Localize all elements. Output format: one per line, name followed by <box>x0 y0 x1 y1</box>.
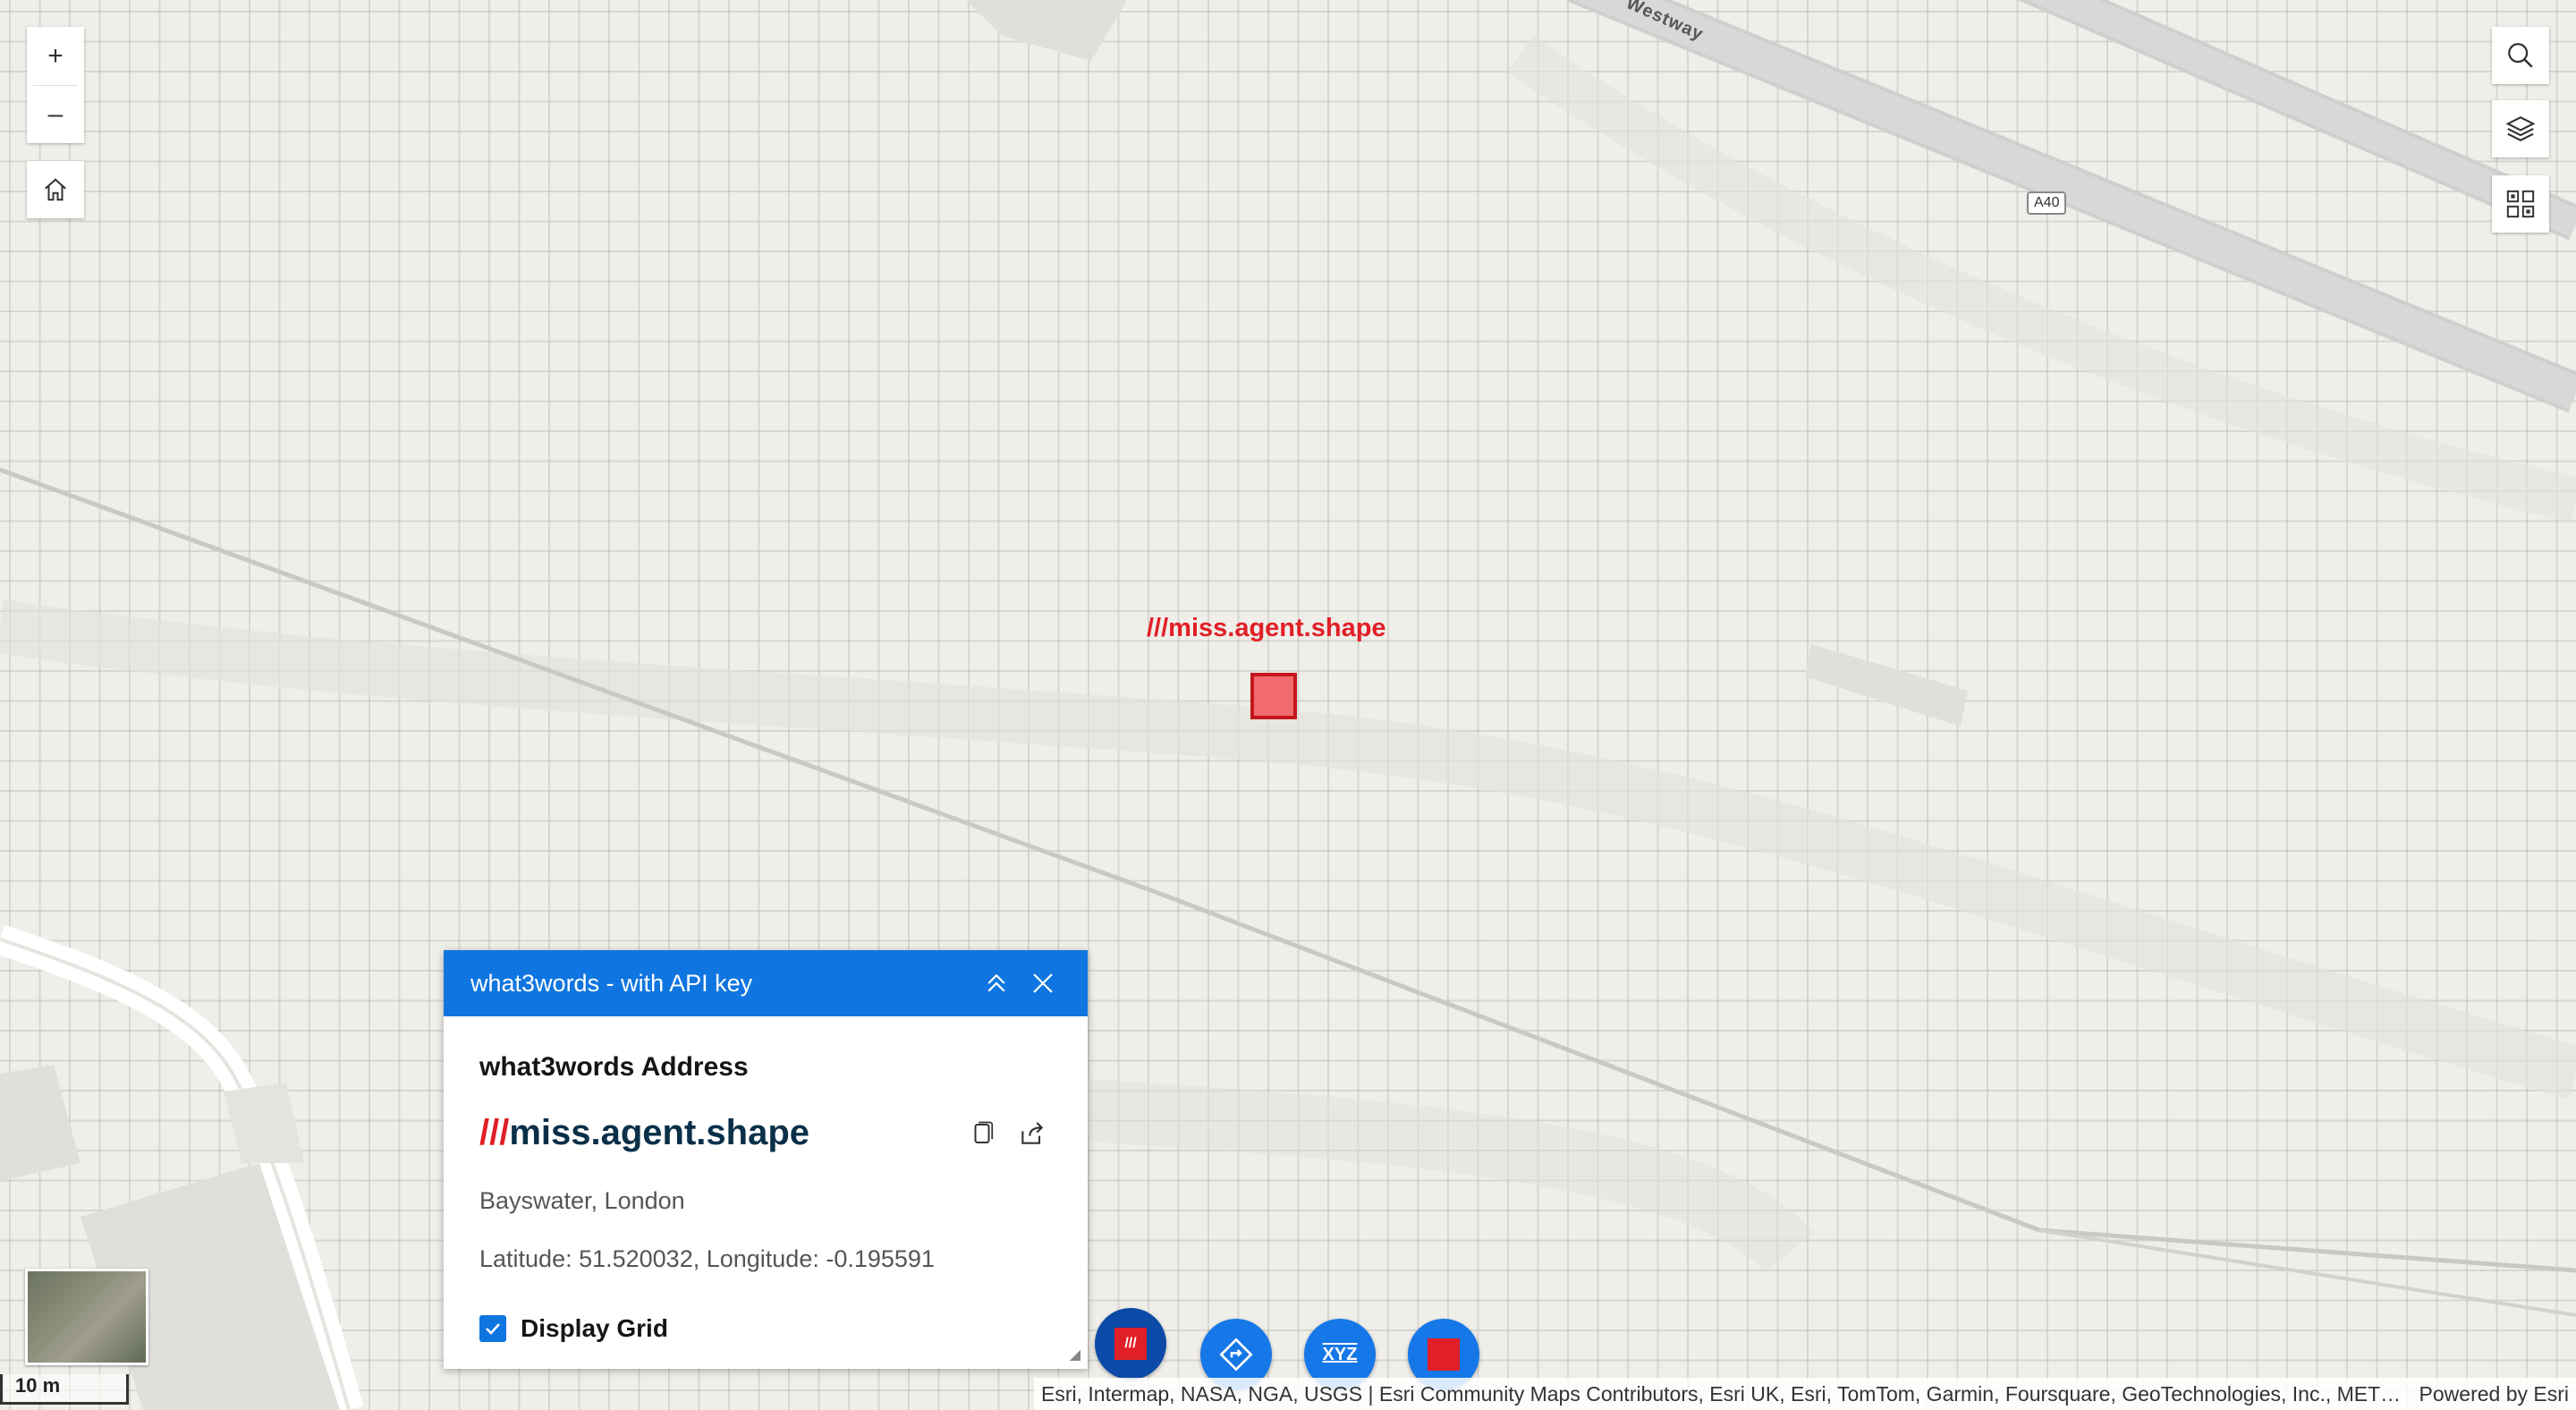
powered-by-text[interactable]: Powered by Esri <box>2419 1382 2569 1406</box>
home-icon <box>45 178 66 201</box>
attribution-text: Esri, Intermap, NASA, NGA, USGS | Esri C… <box>1041 1381 2405 1406</box>
grid-toggle-button[interactable] <box>2492 175 2549 233</box>
zoom-control: + – <box>27 27 84 143</box>
close-icon <box>1033 973 1053 993</box>
w3w-words: miss.agent.shape <box>509 1113 810 1152</box>
w3w-tool-button[interactable]: /// <box>1095 1308 1166 1380</box>
display-grid-row: Display Grid <box>479 1314 1052 1343</box>
address-row: ///miss.agent.shape <box>479 1113 1052 1153</box>
search-button[interactable] <box>2492 27 2549 84</box>
directions-icon <box>1219 1338 1253 1372</box>
display-grid-checkbox[interactable] <box>479 1315 506 1342</box>
panel-header: what3words - with API key <box>444 950 1088 1016</box>
address-heading: what3words Address <box>479 1052 749 1082</box>
layers-icon <box>2505 116 2536 141</box>
w3w-panel: what3words - with API key what3words Add… <box>444 950 1088 1369</box>
layers-button[interactable] <box>2492 100 2549 157</box>
collapse-button[interactable] <box>979 965 1014 1001</box>
share-icon <box>1021 1121 1044 1144</box>
zoom-in-button[interactable]: + <box>27 28 84 85</box>
w3w-address: ///miss.agent.shape <box>479 1113 952 1153</box>
resize-handle-icon[interactable]: ◢ <box>1070 1346 1080 1363</box>
location-text: Bayswater, London <box>479 1187 685 1214</box>
basemap-toggle[interactable] <box>25 1269 148 1365</box>
copy-icon <box>974 1121 994 1143</box>
display-grid-label[interactable]: Display Grid <box>521 1314 668 1343</box>
chevron-double-up-icon <box>987 973 1005 992</box>
zoom-out-button[interactable]: – <box>27 86 84 143</box>
w3w-logo-icon: /// <box>1114 1328 1147 1360</box>
w3w-map-label: ///miss.agent.shape <box>1147 614 1386 642</box>
home-button[interactable] <box>27 161 84 218</box>
grid-icon <box>2506 190 2535 218</box>
w3w-square-marker[interactable] <box>1250 673 1297 719</box>
attribution-bar[interactable]: Esri, Intermap, NASA, NGA, USGS | Esri C… <box>1034 1378 2576 1410</box>
w3w-grid-icon <box>1428 1338 1460 1371</box>
close-button[interactable] <box>1025 965 1061 1001</box>
road-shield-a40: A40 <box>2027 191 2067 215</box>
coordinate-icon: XYZ <box>1322 1344 1358 1364</box>
share-button[interactable] <box>1013 1114 1052 1153</box>
checkmark-icon <box>486 1323 500 1335</box>
map-view[interactable]: Westway A40 ///miss.agent.shape <box>0 0 2576 1410</box>
search-icon <box>2508 43 2533 68</box>
scale-bar: 10 m <box>0 1374 129 1405</box>
coordinates-text: Latitude: 51.520032, Longitude: -0.19559… <box>479 1245 935 1272</box>
copy-button[interactable] <box>962 1114 1002 1153</box>
w3w-slashes: /// <box>479 1113 510 1152</box>
panel-title: what3words - with API key <box>470 969 753 997</box>
